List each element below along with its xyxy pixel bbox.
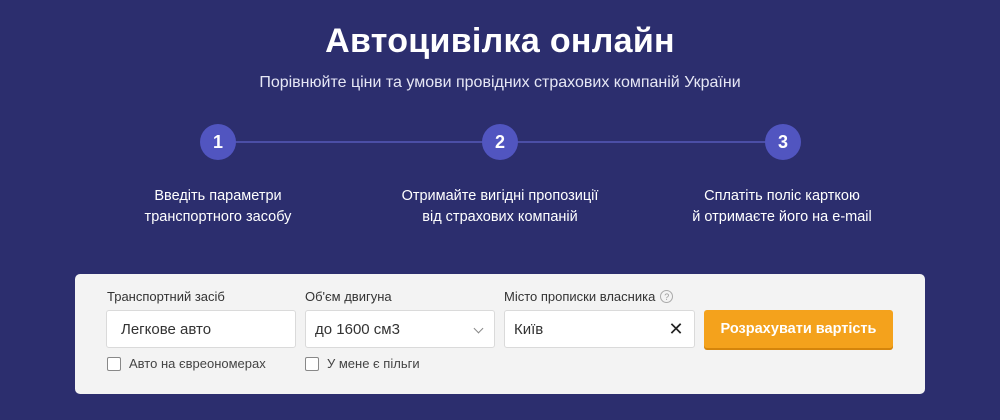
- engine-label: Об'єм двигуна: [305, 289, 392, 304]
- step-2-line1: Отримайте вигідні пропозиції: [401, 188, 599, 204]
- city-label: Місто прописки власника ?: [504, 289, 674, 304]
- vehicle-value: Легкове авто: [121, 320, 212, 338]
- calculator-form: Транспортний засіб Легкове авто Авто на …: [75, 274, 925, 394]
- help-icon[interactable]: ?: [660, 290, 674, 303]
- benefits-option[interactable]: У мене є пільги: [305, 356, 420, 371]
- step-2-line2: від страхових компаній: [422, 209, 578, 225]
- step-2-badge: 2: [482, 124, 518, 160]
- vehicle-label: Транспортний засіб: [107, 289, 225, 304]
- vehicle-select[interactable]: Легкове авто: [106, 310, 296, 348]
- engine-value: до 1600 см3: [315, 320, 400, 338]
- step-3-description: Сплатіть поліс карткою й отримаєте його …: [652, 186, 912, 228]
- step-3-badge: 3: [765, 124, 801, 160]
- step-3-line2: й отримаєте його на e-mail: [692, 209, 872, 225]
- step-1-badge: 1: [200, 124, 236, 160]
- euro-plates-option[interactable]: Авто на євреономерах: [107, 356, 266, 371]
- city-label-text: Місто прописки власника: [504, 289, 656, 304]
- step-1-line2: транспортного засобу: [144, 209, 292, 225]
- chevron-down-icon: [473, 323, 484, 334]
- close-icon[interactable]: ✕: [666, 319, 686, 339]
- page-title: Автоцивілка онлайн: [325, 22, 675, 60]
- step-3-line1: Сплатіть поліс карткою: [704, 188, 860, 204]
- page-subtitle: Порівнюйте ціни та умови провідних страх…: [259, 74, 741, 91]
- city-input[interactable]: Київ ✕: [504, 310, 695, 348]
- calculate-button[interactable]: Розрахувати вартість: [704, 310, 893, 348]
- engine-select[interactable]: до 1600 см3: [305, 310, 495, 348]
- euro-plates-checkbox[interactable]: [107, 356, 121, 371]
- benefits-checkbox[interactable]: [305, 356, 319, 371]
- step-1-line1: Введіть параметри: [154, 188, 282, 204]
- step-1-description: Введіть параметри транспортного засобу: [88, 186, 348, 228]
- step-2-description: Отримайте вигідні пропозиції від страхов…: [370, 186, 630, 228]
- city-value: Київ: [514, 320, 544, 338]
- euro-plates-label: Авто на євреономерах: [129, 356, 266, 371]
- benefits-label: У мене є пільги: [327, 356, 420, 371]
